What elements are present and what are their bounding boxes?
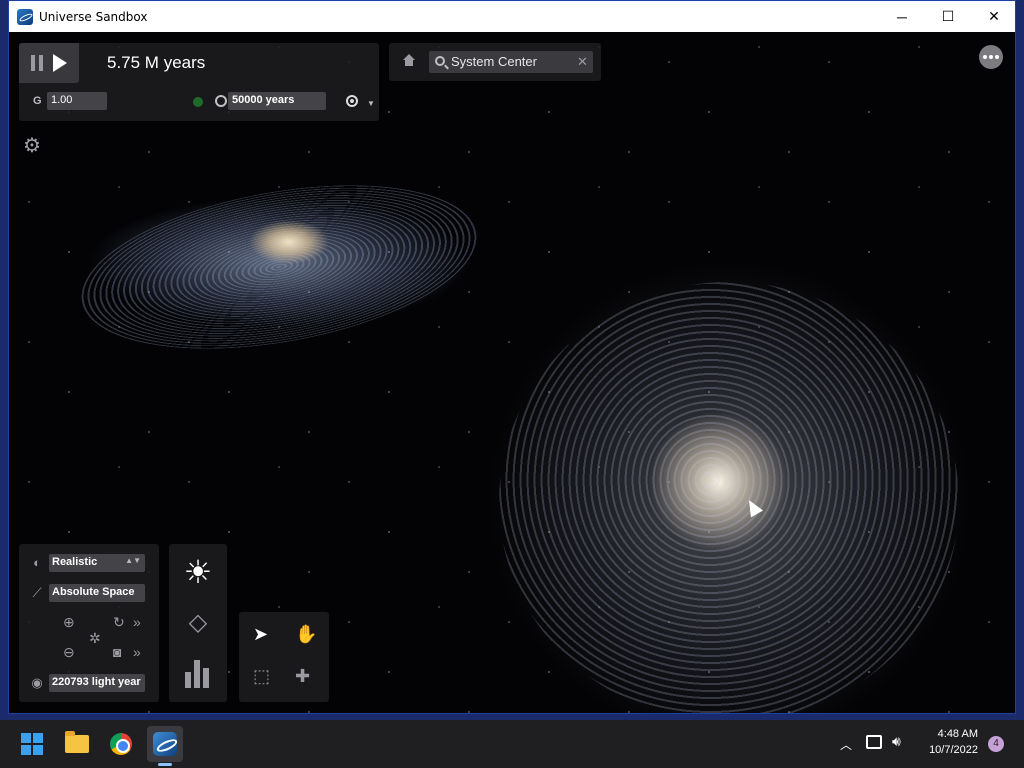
- file-explorer-button[interactable]: [59, 726, 95, 762]
- window-title: Universe Sandbox: [39, 9, 148, 24]
- galaxy-elliptical[interactable]: [499, 282, 959, 713]
- active-app-indicator: [158, 763, 172, 766]
- simulation-viewport[interactable]: 5.75 M years G 1.00 50000 years ▼ System…: [9, 32, 1015, 713]
- clear-icon[interactable]: ✕: [577, 54, 588, 70]
- more-icon[interactable]: [979, 45, 1003, 69]
- maximize-button[interactable]: ☐: [925, 1, 971, 32]
- timestep-field[interactable]: 50000 years: [228, 92, 326, 110]
- view-panel: ◐ Realistic ▲▼ ⟋ Absolute Space ⊕ ↻ » ✲ …: [19, 544, 159, 702]
- space-mode-select[interactable]: Absolute Space: [49, 584, 145, 602]
- title-bar[interactable]: Universe Sandbox ─ ☐ ✕: [9, 1, 1015, 32]
- network-icon[interactable]: [866, 735, 882, 749]
- universe-sandbox-app-icon: [17, 8, 33, 25]
- cursor-icon[interactable]: ➤: [253, 624, 268, 645]
- gravity-label: G: [33, 95, 42, 107]
- home-icon[interactable]: [402, 54, 416, 68]
- target-icon[interactable]: [346, 95, 358, 107]
- windows-logo-icon: [21, 733, 43, 755]
- grid-icon[interactable]: ◇: [182, 608, 214, 636]
- render-mode-row: ◐ Realistic ▲▼: [29, 554, 145, 572]
- taskbar: ︿ 🔊︎ 4:48 AM 10/7/2022 4: [0, 720, 1024, 768]
- rotate-icon[interactable]: ↻: [113, 614, 125, 631]
- distance-row: ◉ 220793 light year: [29, 674, 145, 692]
- axes-icon: ⟋: [32, 585, 42, 600]
- chrome-icon: [110, 733, 132, 755]
- notification-badge[interactable]: 4: [988, 736, 1004, 752]
- fast-forward-icon[interactable]: »: [133, 644, 141, 660]
- clock-date[interactable]: 10/7/2022: [918, 744, 978, 756]
- fast-forward-icon[interactable]: »: [133, 614, 141, 630]
- zoom-in-icon[interactable]: ⊕: [63, 614, 75, 631]
- clock-icon: [215, 95, 227, 107]
- close-button[interactable]: ✕: [971, 1, 1017, 32]
- volume-icon[interactable]: 🔊︎: [892, 733, 901, 750]
- chevron-up-icon[interactable]: ︿: [840, 736, 852, 753]
- eye-icon: ◉: [31, 675, 43, 690]
- zoom-out-icon[interactable]: ⊖: [63, 644, 75, 661]
- start-button[interactable]: [14, 726, 50, 762]
- folder-icon: [65, 731, 89, 753]
- search-icon: [435, 56, 445, 66]
- simulation-time: 5.75 M years: [107, 53, 206, 72]
- app-window: Universe Sandbox ─ ☐ ✕ 5.75 M years G 1.…: [8, 0, 1016, 714]
- box-select-icon[interactable]: ⬚: [253, 666, 270, 687]
- universe-sandbox-taskbar-button[interactable]: [147, 726, 183, 762]
- hand-icon[interactable]: ✋: [295, 624, 317, 645]
- playback-controls: [19, 43, 79, 83]
- chevron-down-icon[interactable]: ▼: [367, 99, 375, 108]
- gear-icon[interactable]: ⚙: [23, 136, 43, 156]
- tools-panel: ➤ ✋ ⬚ ✚: [239, 612, 329, 702]
- add-object-icon[interactable]: ✚: [295, 666, 310, 687]
- space-mode-row: ⟋ Absolute Space: [29, 584, 145, 602]
- status-indicator: [193, 97, 203, 107]
- time-controls-panel: 5.75 M years G 1.00 50000 years ▼: [19, 43, 379, 121]
- chrome-button[interactable]: [103, 726, 139, 762]
- orbit-icon[interactable]: ✲: [89, 630, 101, 647]
- effects-panel: ☀ ◇: [169, 544, 227, 702]
- minimize-button[interactable]: ─: [879, 1, 925, 32]
- render-mode-value: Realistic: [52, 556, 98, 568]
- palette-icon: ◐: [33, 555, 41, 570]
- clock-time[interactable]: 4:48 AM: [918, 728, 978, 740]
- sun-icon[interactable]: ☀: [180, 554, 216, 590]
- bar-chart-icon[interactable]: [185, 656, 213, 688]
- distance-field[interactable]: 220793 light year: [49, 674, 145, 692]
- updown-arrow-icon: ▲▼: [125, 556, 141, 565]
- camera-icon[interactable]: ◙: [113, 644, 121, 660]
- focus-panel: System Center ✕: [389, 43, 601, 81]
- universe-sandbox-icon: [153, 732, 177, 756]
- pause-button[interactable]: [31, 55, 45, 71]
- gravity-field[interactable]: 1.00: [47, 92, 107, 110]
- focus-search-input[interactable]: System Center: [451, 54, 537, 69]
- render-mode-select[interactable]: Realistic ▲▼: [49, 554, 145, 572]
- focus-search-box[interactable]: System Center ✕: [429, 51, 593, 73]
- play-button[interactable]: [53, 54, 67, 72]
